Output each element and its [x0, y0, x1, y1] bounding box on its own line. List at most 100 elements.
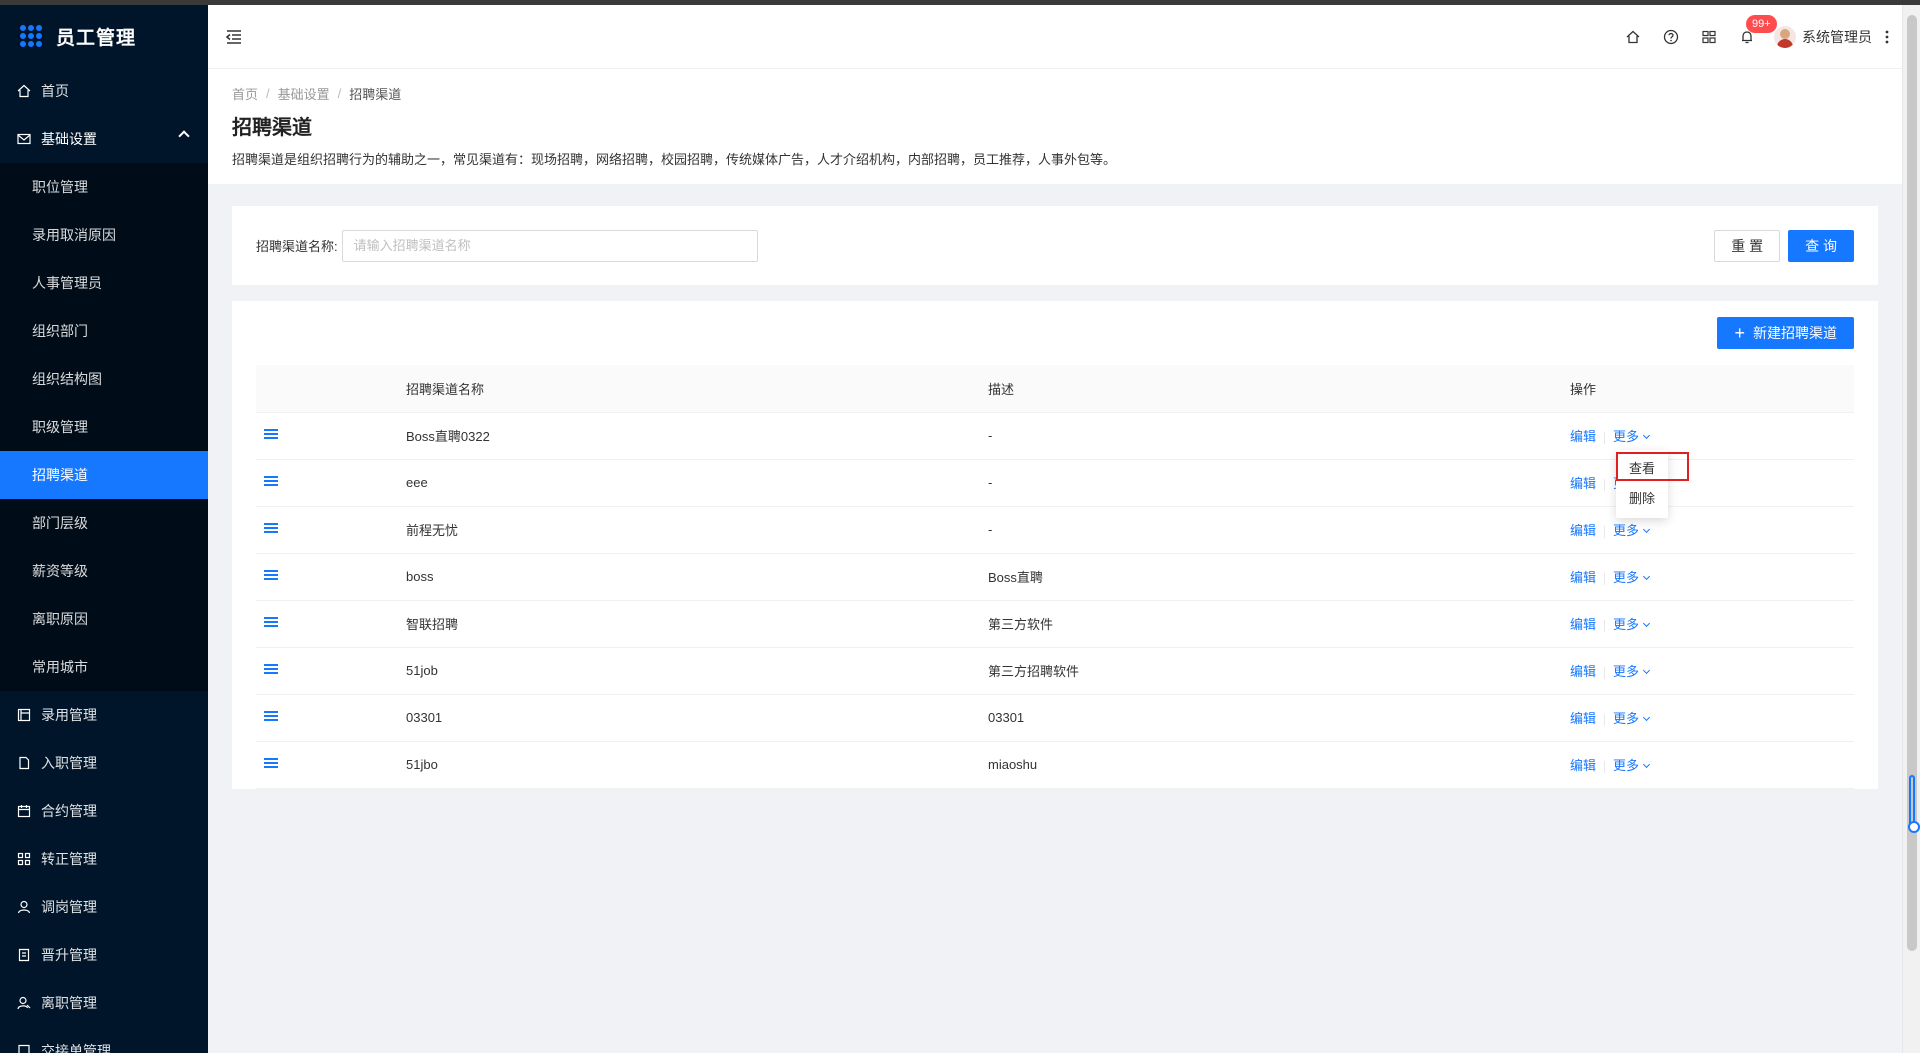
more-label: 更多 — [1613, 523, 1640, 538]
menu-fold-icon[interactable] — [224, 27, 244, 47]
more-link[interactable]: 更多 — [1613, 711, 1651, 726]
more-link[interactable]: 更多 — [1613, 617, 1651, 632]
table-row: 智联招聘 第三方软件 编辑 更多 — [256, 600, 1854, 648]
sidebar-item-transfer[interactable]: 调岗管理 — [0, 883, 208, 931]
cell-actions: 编辑 更多 — [1570, 412, 1854, 460]
file-icon — [16, 755, 32, 771]
user-menu[interactable]: 系统管理员 — [1774, 26, 1872, 48]
sidebar-item-label: 转正管理 — [41, 851, 97, 867]
drag-handle-icon[interactable] — [264, 664, 278, 675]
more-link[interactable]: 更多 — [1613, 523, 1651, 538]
audit-icon — [16, 947, 32, 963]
edit-link[interactable]: 编辑 — [1570, 617, 1596, 632]
reset-button[interactable]: 重 置 — [1714, 229, 1781, 262]
table-row: 03301 03301 编辑 更多 — [256, 694, 1854, 742]
more-dropdown-menu: 查看 删除 — [1616, 450, 1668, 518]
cell-channel-desc: - — [988, 412, 1570, 460]
more-label: 更多 — [1613, 664, 1640, 679]
sidebar-item-resignation[interactable]: 离职管理 — [0, 979, 208, 1027]
chevron-down-icon — [1642, 572, 1651, 581]
sidebar-item-label: 调岗管理 — [41, 899, 97, 915]
cell-actions: 编辑 更多 — [1570, 600, 1854, 648]
drag-handle-icon[interactable] — [264, 523, 278, 534]
sidebar-subitem-dept-level[interactable]: 部门层级 — [0, 499, 208, 547]
avatar — [1774, 26, 1796, 48]
edit-link[interactable]: 编辑 — [1570, 476, 1596, 491]
cell-channel-name: 51jbo — [406, 741, 988, 789]
drag-handle-icon[interactable] — [264, 429, 278, 440]
channel-name-input[interactable] — [341, 229, 758, 262]
sidebar-item-promotion[interactable]: 晋升管理 — [0, 931, 208, 979]
edit-link[interactable]: 编辑 — [1570, 664, 1596, 679]
drag-handle-icon[interactable] — [264, 617, 278, 628]
sidebar-subitem-rank[interactable]: 职级管理 — [0, 403, 208, 451]
user-icon — [16, 899, 32, 915]
drag-handle-icon[interactable] — [264, 711, 278, 722]
page-header: 首页 / 基础设置 / 招聘渠道 招聘渠道 招聘渠道是组织招聘行为的辅助之一，常… — [208, 69, 1902, 184]
edit-link[interactable]: 编辑 — [1570, 758, 1596, 773]
more-label: 更多 — [1613, 429, 1640, 444]
more-link[interactable]: 更多 — [1613, 570, 1651, 585]
help-icon[interactable] — [1652, 5, 1690, 69]
edit-link[interactable]: 编辑 — [1570, 570, 1596, 585]
breadcrumb-home[interactable]: 首页 — [232, 84, 258, 103]
sidebar-item-basic-settings[interactable]: 基础设置 — [0, 115, 208, 163]
home-icon[interactable] — [1614, 5, 1652, 69]
sidebar-item-label: 晋升管理 — [41, 947, 97, 963]
column-header-actions: 操作 — [1570, 365, 1854, 413]
sidebar-item-label: 交接单管理 — [41, 1043, 111, 1053]
sidebar-subitem-org-chart[interactable]: 组织结构图 — [0, 355, 208, 403]
sidebar-item-contract[interactable]: 合约管理 — [0, 787, 208, 835]
sidebar-item-onboarding[interactable]: 入职管理 — [0, 739, 208, 787]
drag-handle-icon[interactable] — [264, 476, 278, 487]
edit-link[interactable]: 编辑 — [1570, 711, 1596, 726]
sidebar-item-home[interactable]: 首页 — [0, 67, 208, 115]
sidebar-subitem-position[interactable]: 职位管理 — [0, 163, 208, 211]
sidebar-subitem-cancel-reason[interactable]: 录用取消原因 — [0, 211, 208, 259]
menu-item-view[interactable]: 查看 — [1616, 454, 1668, 484]
cell-actions: 编辑更多 — [1570, 459, 1854, 507]
query-button[interactable]: 查 询 — [1788, 229, 1854, 262]
edit-link[interactable]: 编辑 — [1570, 429, 1596, 444]
sidebar-subitem-leave-reason[interactable]: 离职原因 — [0, 595, 208, 643]
sidebar-subitem-salary-grade[interactable]: 薪资等级 — [0, 547, 208, 595]
sidebar-subitem-department[interactable]: 组织部门 — [0, 307, 208, 355]
menu-item-delete[interactable]: 删除 — [1616, 484, 1668, 514]
user-leave-icon — [16, 995, 32, 1011]
sidebar-subitem-recruit-channel[interactable]: 招聘渠道 — [0, 451, 208, 499]
column-header-drag — [256, 365, 406, 413]
app-title: 员工管理 — [56, 27, 137, 49]
more-link[interactable]: 更多 — [1613, 664, 1651, 679]
cell-channel-desc: - — [988, 459, 1570, 507]
dashboard-icon[interactable] — [1690, 5, 1728, 69]
table-row: 51jbo miaoshu 编辑 更多 — [256, 741, 1854, 789]
more-vertical-icon[interactable] — [1872, 5, 1902, 69]
table-row: 51job 第三方招聘软件 编辑 更多 — [256, 647, 1854, 695]
page-scrollbar[interactable] — [1902, 5, 1920, 1053]
qrcode-icon — [16, 851, 32, 867]
sidebar-item-regularization[interactable]: 转正管理 — [0, 835, 208, 883]
cell-channel-desc: 第三方招聘软件 — [988, 647, 1570, 695]
breadcrumb-basic-settings[interactable]: 基础设置 — [278, 84, 330, 103]
more-link[interactable]: 更多 — [1613, 758, 1651, 773]
new-channel-button[interactable]: + 新建招聘渠道 — [1717, 317, 1854, 349]
cell-actions: 编辑 更多 — [1570, 694, 1854, 742]
bell-icon[interactable]: 99+ — [1728, 5, 1777, 69]
cell-channel-name: boss — [406, 553, 988, 601]
sidebar-subitem-hr-admin[interactable]: 人事管理员 — [0, 259, 208, 307]
sidebar-subitem-common-city[interactable]: 常用城市 — [0, 643, 208, 691]
sidebar-item-handover[interactable]: 交接单管理 — [0, 1027, 208, 1053]
drag-handle-icon[interactable] — [264, 570, 278, 581]
drag-handle-icon[interactable] — [264, 758, 278, 769]
channel-table: 招聘渠道名称 描述 操作 Boss直聘0322-编辑更多eee-编辑更多前程无忧… — [256, 365, 1854, 789]
chevron-down-icon — [1642, 760, 1651, 769]
chevron-down-icon — [1642, 666, 1651, 675]
more-link[interactable]: 更多 — [1613, 429, 1651, 444]
sidebar: 员工管理 首页 基础设置 职位管理 录用取消原因 人事管理员 组织部门 组织结构… — [0, 5, 208, 1053]
sidebar-item-hiring[interactable]: 录用管理 — [0, 691, 208, 739]
plus-icon: + — [1734, 323, 1745, 343]
app-logo[interactable]: 员工管理 — [0, 5, 208, 67]
cell-actions: 编辑 更多 — [1570, 506, 1854, 554]
thermometer-icon — [1908, 775, 1920, 833]
edit-link[interactable]: 编辑 — [1570, 523, 1596, 538]
